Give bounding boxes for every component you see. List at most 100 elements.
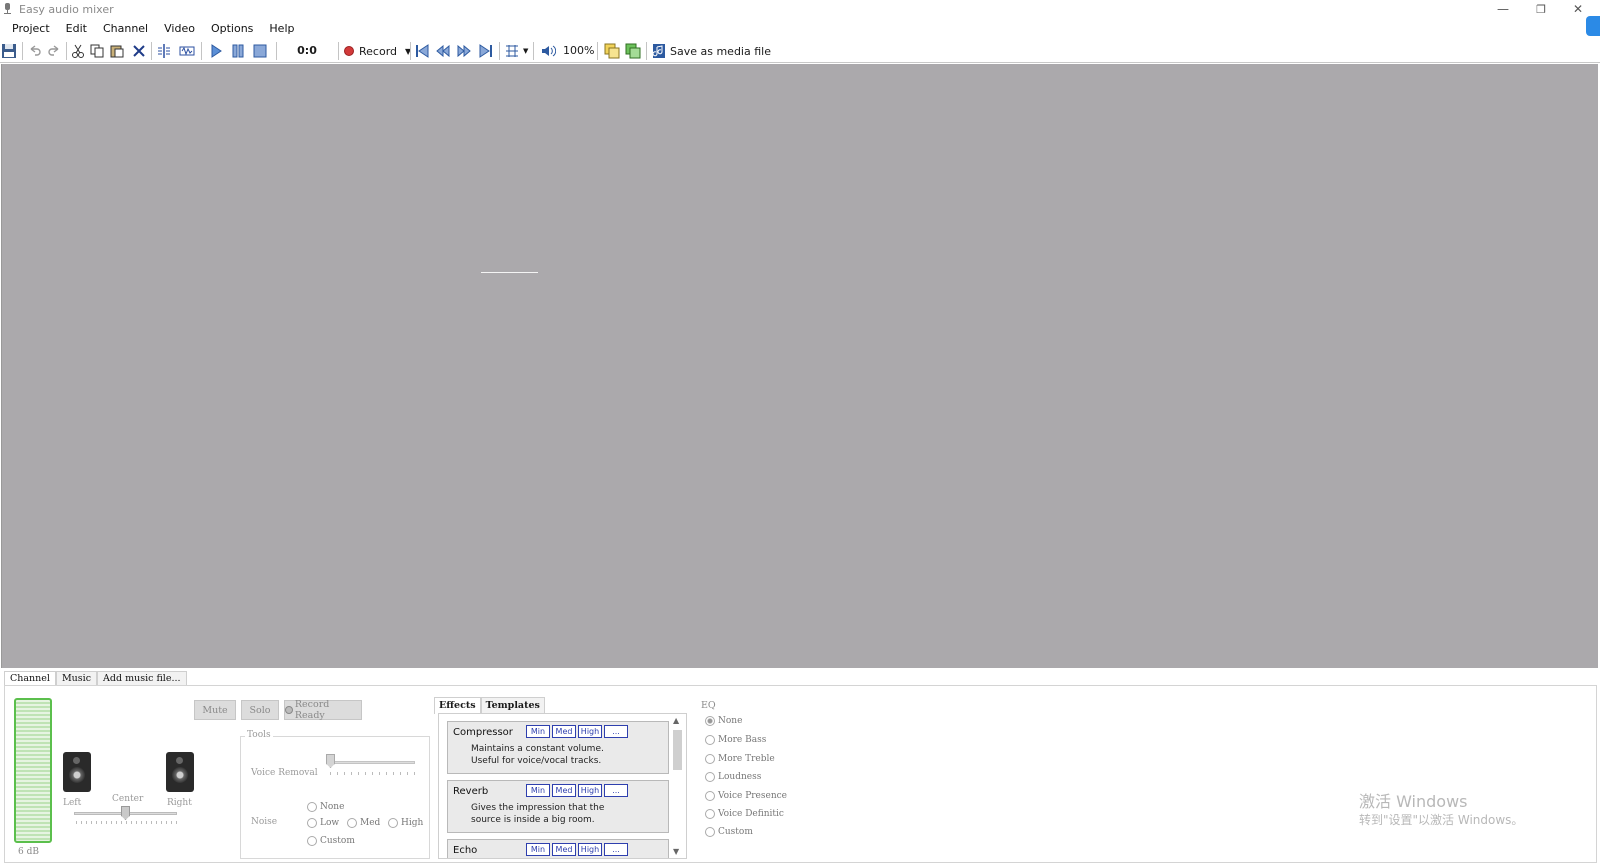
play-button[interactable] (207, 42, 225, 60)
restore-button[interactable]: ❐ (1523, 0, 1559, 18)
menu-video[interactable]: Video (156, 20, 203, 38)
channel-panel: 6 dB Left Center Right Mute Solo Record … (4, 685, 1597, 863)
record-ready-button[interactable]: Record Ready (284, 699, 362, 721)
split-button[interactable] (155, 42, 173, 60)
effect-med-button[interactable]: Med (552, 725, 576, 738)
effect-desc-line: source is inside a big room. (471, 815, 595, 825)
eq-more-treble-label: More Treble (718, 754, 775, 764)
voice-removal-track[interactable] (330, 761, 415, 764)
paste-button[interactable] (108, 42, 126, 60)
waveform-trim-icon (179, 46, 195, 56)
eq-none-label: None (718, 716, 743, 726)
noise-custom-radio[interactable]: Custom (307, 836, 355, 846)
pan-slider-thumb[interactable] (121, 806, 130, 820)
record-ready-dot-icon (285, 706, 293, 714)
tab-music[interactable]: Music (55, 671, 98, 686)
green-layer-button[interactable] (624, 42, 642, 60)
menu-project[interactable]: Project (4, 20, 58, 38)
track-workspace[interactable] (1, 64, 1598, 668)
record-ready-label: Record Ready (294, 699, 330, 721)
pause-button[interactable] (229, 42, 247, 60)
save-button[interactable] (0, 42, 18, 60)
tools-legend: Tools (245, 730, 273, 740)
menu-help[interactable]: Help (261, 20, 302, 38)
effect-min-button[interactable]: Min (526, 843, 550, 856)
right-speaker-icon (166, 752, 194, 792)
eq-more-treble-radio[interactable]: More Treble (705, 754, 775, 764)
noise-med-radio[interactable]: Med (347, 818, 380, 828)
left-label: Left (63, 798, 82, 808)
menu-channel[interactable]: Channel (95, 20, 156, 38)
restore-icon: ❐ (1536, 2, 1546, 16)
effect-high-button[interactable]: High (578, 784, 602, 797)
menu-options[interactable]: Options (203, 20, 261, 38)
effect-min-button[interactable]: Min (526, 784, 550, 797)
redo-button[interactable] (45, 42, 63, 60)
save-as-media-button[interactable]: Save as media file (652, 42, 771, 60)
scroll-up-icon[interactable]: ▲ (673, 716, 679, 725)
tab-add-music-file[interactable]: Add music file... (97, 671, 187, 686)
scroll-down-icon[interactable]: ▼ (673, 847, 679, 856)
effect-high-button[interactable]: High (578, 843, 602, 856)
toolbar-separator (533, 42, 534, 60)
rewind-icon (436, 44, 450, 58)
delete-button[interactable] (130, 42, 148, 60)
toolbar-separator (338, 42, 339, 60)
eq-more-bass-radio[interactable]: More Bass (705, 735, 766, 745)
minimize-icon: — (1497, 2, 1509, 16)
go-to-start-button[interactable] (413, 42, 431, 60)
effect-reverb[interactable]: Reverb Min Med High ... Gives the impres… (447, 780, 669, 833)
noise-none-label: None (320, 802, 345, 812)
floppy-disk-icon (2, 44, 16, 58)
side-helper-tab[interactable] (1586, 16, 1600, 36)
grid-dropdown-icon[interactable]: ▼ (523, 47, 528, 55)
effect-min-button[interactable]: Min (526, 725, 550, 738)
activation-watermark-subtitle: 转到"设置"以激活 Windows。 (1359, 813, 1524, 827)
effect-echo[interactable]: Echo Min Med High ... (447, 839, 669, 858)
layers-yellow-icon (604, 43, 620, 59)
noise-low-radio[interactable]: Low (307, 818, 339, 828)
fast-forward-button[interactable] (455, 42, 473, 60)
stop-button[interactable] (251, 42, 269, 60)
eq-custom-radio[interactable]: Custom (705, 827, 753, 837)
tab-channel[interactable]: Channel (4, 671, 56, 686)
volume-button[interactable] (539, 42, 557, 60)
undo-button[interactable] (26, 42, 44, 60)
volume-meter[interactable] (14, 698, 52, 843)
copy-button[interactable] (88, 42, 106, 60)
solo-button[interactable]: Solo (241, 700, 279, 720)
effects-scrollbar[interactable]: ▲ ▼ (671, 716, 684, 856)
effect-high-button[interactable]: High (578, 725, 602, 738)
tab-templates[interactable]: Templates (480, 697, 545, 714)
effect-more-button[interactable]: ... (604, 725, 628, 738)
playhead-marker (481, 272, 538, 273)
tab-effects[interactable]: Effects (434, 697, 481, 714)
eq-voice-definition-radio[interactable]: Voice Definitic (705, 809, 784, 819)
effect-more-button[interactable]: ... (604, 843, 628, 856)
cut-button[interactable] (69, 42, 87, 60)
effect-med-button[interactable]: Med (552, 784, 576, 797)
grid-snap-button[interactable] (503, 42, 521, 60)
rewind-button[interactable] (434, 42, 452, 60)
effect-med-button[interactable]: Med (552, 843, 576, 856)
activation-watermark-title: 激活 Windows (1359, 792, 1468, 811)
volume-percent: 100% (563, 44, 595, 57)
trim-button[interactable] (178, 42, 196, 60)
yellow-layer-button[interactable] (603, 42, 621, 60)
noise-high-radio[interactable]: High (388, 818, 423, 828)
effect-compressor[interactable]: Compressor Min Med High ... Maintains a … (447, 721, 669, 774)
eq-none-radio[interactable]: None (705, 716, 742, 726)
go-to-end-button[interactable] (477, 42, 495, 60)
eq-loudness-radio[interactable]: Loudness (705, 772, 761, 782)
eq-voice-presence-radio[interactable]: Voice Presence (705, 791, 787, 801)
toolbar-separator (201, 42, 202, 60)
noise-none-radio[interactable]: None (307, 802, 344, 812)
eq-voice-definition-label: Voice Definitic (718, 809, 784, 819)
mute-button[interactable]: Mute (194, 700, 236, 720)
scroll-thumb[interactable] (673, 730, 682, 770)
menu-edit[interactable]: Edit (58, 20, 95, 38)
toolbar: 0:0 Record ▼ ▼ 100% Save as media file (0, 39, 1600, 63)
effect-more-button[interactable]: ... (604, 784, 628, 797)
record-button[interactable]: Record ▼ (344, 42, 411, 60)
minimize-button[interactable]: — (1485, 0, 1521, 18)
